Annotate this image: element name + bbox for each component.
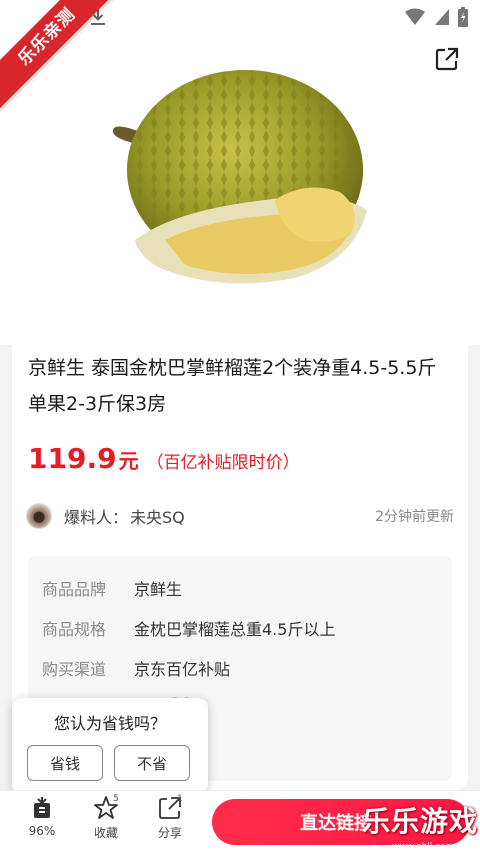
avatar[interactable]	[26, 503, 52, 529]
collect-button[interactable]: 5 收藏	[81, 794, 131, 841]
watermark-url: www.ohll.com	[392, 842, 455, 852]
collect-label: 收藏	[93, 826, 118, 840]
corner-brand-watermark: 乐乐游戏	[362, 805, 479, 838]
battery-icon	[458, 7, 468, 27]
poll-question: 您认为省钱吗？	[53, 714, 166, 733]
external-link-icon[interactable]	[434, 46, 460, 72]
info-key: 购买渠道	[42, 660, 107, 679]
info-row-spec: 商品规格 金枕巴掌榴莲总重4.5斤以上	[42, 616, 335, 640]
update-time: 2分钟前更新	[375, 509, 454, 525]
share-button[interactable]: 1 分享	[145, 794, 195, 841]
price-unit: 元	[118, 449, 139, 473]
author-row: 爆料人： 未央SQ 2分钟前更新	[26, 502, 454, 530]
save-rating-label: 96%	[28, 824, 56, 838]
collect-count: 5	[113, 794, 119, 804]
author-name[interactable]: 未央SQ	[130, 504, 185, 528]
info-key: 商品品牌	[42, 580, 107, 599]
info-value: 京东百亿补贴	[134, 660, 231, 679]
system-icons	[404, 7, 468, 27]
share-label: 分享	[157, 826, 182, 840]
info-value: 京鲜生	[134, 580, 183, 599]
vote-not-save-button[interactable]: 不省	[114, 745, 190, 781]
info-key: 商品规格	[42, 620, 107, 639]
wifi-icon	[405, 8, 425, 25]
durian-product-image	[112, 70, 367, 284]
product-title: 京鲜生 泰国金枕巴掌鲜榴莲2个装净重4.5-5.5斤 单果2-3斤保3房	[28, 357, 437, 415]
product-image-area: 乐乐亲测	[0, 0, 480, 345]
signal-icon	[435, 9, 449, 25]
author-label: 爆料人：	[64, 508, 129, 527]
vote-save-button[interactable]: 省钱	[27, 745, 103, 781]
share-count: 1	[177, 794, 183, 804]
price-note: （百亿补贴限时价）	[146, 453, 300, 473]
save-rating-button[interactable]: 96%	[17, 795, 67, 838]
price-value: 119.9	[28, 442, 117, 475]
info-value: 金枕巴掌榴莲总重4.5斤以上	[134, 620, 336, 639]
info-row-brand: 商品品牌 京鲜生	[42, 576, 182, 600]
save-money-poll-popup: 您认为省钱吗？ 省钱 不省	[12, 698, 208, 804]
save-rating-icon	[34, 797, 50, 818]
price-row: 119.9 元 （百亿补贴限时价）	[28, 442, 300, 475]
info-row-channel: 购买渠道 京东百亿补贴	[42, 656, 230, 680]
